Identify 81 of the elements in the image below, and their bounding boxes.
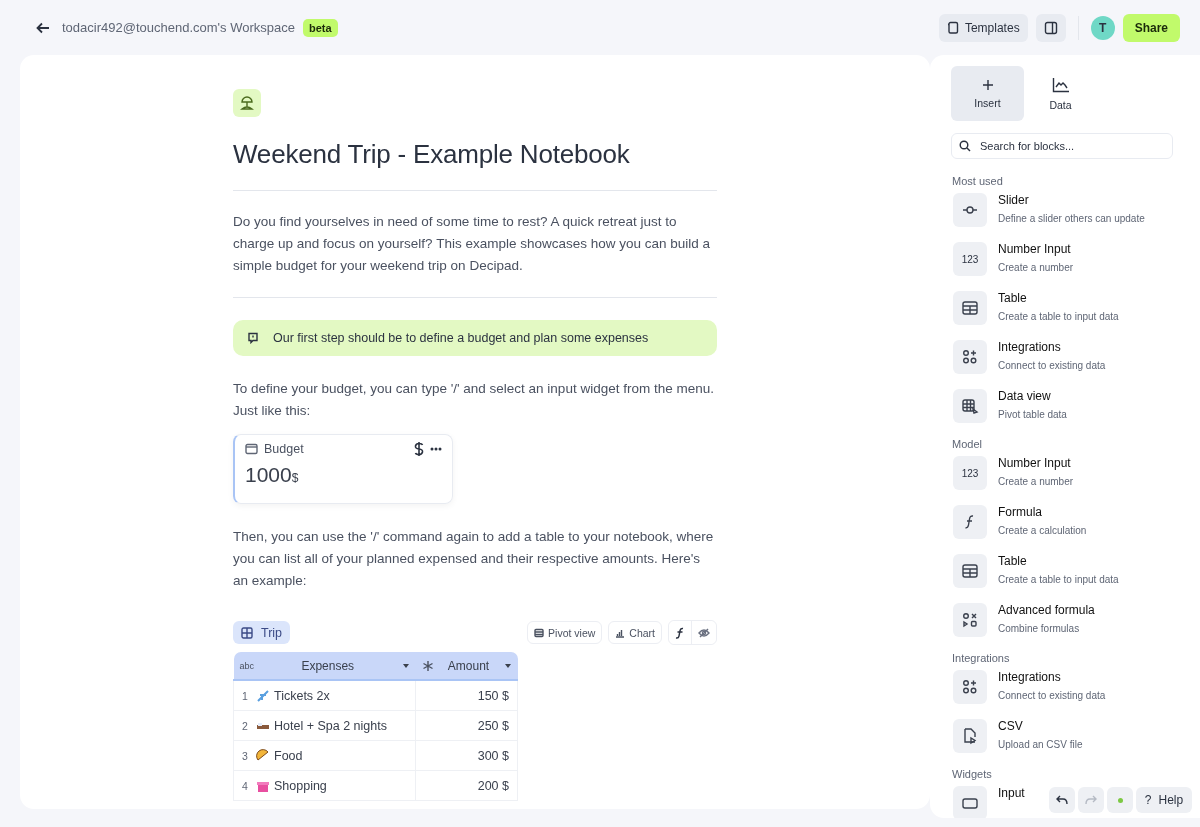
block-item[interactable]: CSV Upload an CSV file: [951, 719, 1173, 768]
sidebar-tab[interactable]: Insert: [951, 66, 1024, 121]
table-cell: 200 $: [415, 770, 518, 801]
block-item[interactable]: Formula Create a calculation: [951, 505, 1173, 554]
block-item[interactable]: Input: [951, 786, 1025, 818]
help-button[interactable]: ? Help: [1136, 787, 1192, 813]
table-cell: 300 $: [415, 740, 518, 771]
shapes-icon: [961, 611, 979, 629]
copy-icon: [946, 21, 959, 34]
sidebar-tab[interactable]: Data: [1024, 66, 1097, 121]
budget-paragraph: To define your budget, you can type '/' and select an input widget from the menu. Just like this:: [233, 380, 715, 420]
workspace-title[interactable]: todacir492@touchend.com's Workspace: [62, 20, 295, 35]
beta-badge: beta: [302, 18, 338, 37]
grid-cursor-icon: [961, 397, 979, 415]
table-cell: 250 $: [415, 710, 518, 741]
more-icon: [430, 447, 442, 451]
column-header[interactable]: Amount: [415, 652, 518, 680]
table-cell: 4 Shopping: [233, 770, 416, 801]
block-item[interactable]: Integrations Connect to existing data: [951, 670, 1173, 719]
table-cell: 3 Food: [233, 740, 416, 771]
bar-chart-icon: [615, 627, 626, 638]
redo-arrow-icon: [1085, 795, 1097, 805]
plus-icon: [981, 78, 994, 91]
budget-value[interactable]: 1000$: [245, 463, 442, 487]
sidebar-panel-icon: [1043, 20, 1058, 35]
shapes-icon: [961, 348, 979, 366]
file-play-icon: [961, 727, 979, 745]
caret-down-icon: [401, 662, 410, 669]
table-icon: [961, 562, 979, 580]
function-icon: [675, 626, 685, 639]
templates-button[interactable]: Templates: [938, 13, 1028, 42]
table-paragraph: Then, you can use the '/' command again to add a table to your notebook, where you can list all of your planned expensed and their respective amounts. Here's an example:: [233, 528, 715, 590]
back-arrow-icon: [36, 21, 50, 34]
block-item[interactable]: Table Create a table to input data: [951, 554, 1173, 603]
section-heading: Most used: [952, 175, 1004, 189]
number-tile: 123: [953, 456, 987, 490]
notebook-icon-tile[interactable]: [233, 89, 261, 117]
list-icon: [534, 627, 545, 638]
table-cell: 2 Hotel + Spa 2 nights: [233, 710, 416, 741]
block-item[interactable]: 123 Number Input Create a number: [951, 456, 1173, 505]
block-item[interactable]: Slider Define a slider others can update: [951, 193, 1173, 242]
table-grid-icon: [241, 626, 253, 639]
search-field[interactable]: Search for blocks...: [951, 133, 1173, 159]
undo-arrow-icon: [1056, 795, 1068, 805]
table-icon: [961, 299, 979, 317]
section-heading: Model: [952, 438, 983, 452]
chart-button[interactable]: Chart: [608, 621, 662, 644]
number-tile: 123: [953, 242, 987, 276]
comment-icon: [247, 332, 259, 344]
undo-button[interactable]: [1049, 787, 1075, 813]
wallet-icon: [245, 443, 258, 455]
block-item[interactable]: Table Create a table to input data: [951, 291, 1173, 340]
budget-widget[interactable]: Budget 1000$: [233, 434, 453, 504]
eye-slash-icon: [698, 627, 710, 638]
table-cell: 150 $: [415, 680, 518, 711]
block-item[interactable]: Advanced formula Combine formulas: [951, 603, 1173, 652]
taco-emoji-icon: [256, 748, 270, 763]
column-header[interactable]: abc Expenses: [233, 652, 416, 680]
section-heading: Integrations: [952, 652, 1011, 666]
budget-label: Budget: [264, 442, 304, 456]
beach-umbrella-icon: [239, 95, 255, 111]
table-cell: 1 Tickets 2x: [233, 680, 416, 711]
shapes-icon: [961, 678, 979, 696]
search-icon: [959, 140, 971, 152]
section-heading: Widgets: [952, 768, 993, 782]
caret-down-icon: [503, 662, 512, 669]
panel-toggle-button[interactable]: [1035, 13, 1066, 42]
asterisk-icon: [421, 659, 434, 672]
user-avatar[interactable]: T: [1090, 15, 1115, 40]
line-chart-icon: [1051, 76, 1070, 93]
block-item[interactable]: 123 Number Input Create a number: [951, 242, 1173, 291]
notebook-title[interactable]: Weekend Trip - Example Notebook: [233, 139, 717, 191]
table-name-tag[interactable]: Trip: [233, 621, 291, 644]
share-button[interactable]: Share: [1122, 13, 1180, 42]
status-dot: [1117, 797, 1123, 803]
block-item[interactable]: Integrations Connect to existing data: [951, 340, 1173, 389]
block-item[interactable]: Data view Pivot table data: [951, 389, 1173, 438]
pivot-view-button[interactable]: Pivot view: [527, 621, 603, 644]
dollar-icon: [414, 441, 424, 457]
callout-text: Our first step should be to define a budget and plan some expenses: [273, 331, 649, 345]
intro-paragraph: Do you find yourselves in need of some time to rest? A quick retreat just to charge up and focus on yourself? This example showcases how you can build a simple budget for your weekend trip on Decipad.: [233, 211, 717, 298]
